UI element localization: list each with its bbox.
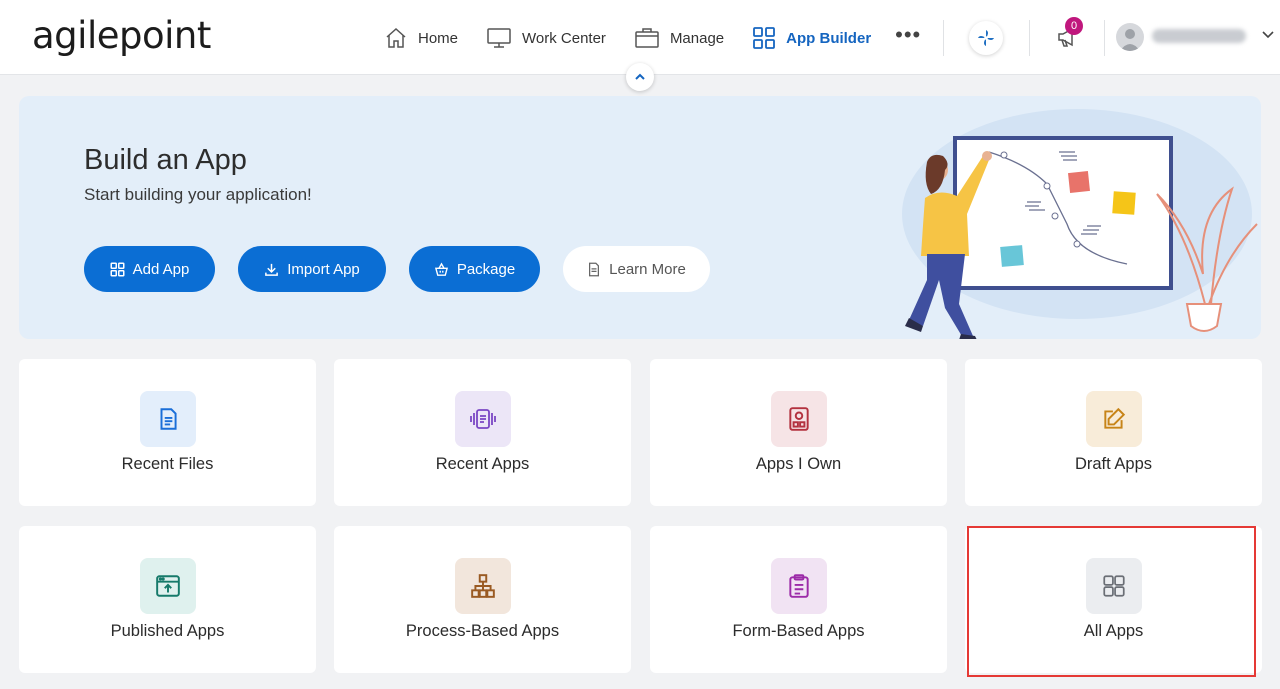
nav-divider <box>1104 20 1105 56</box>
main-nav: Home Work Center Manage App Builder ••• <box>384 22 921 54</box>
card-label: Form-Based Apps <box>732 622 865 640</box>
owner-badge-icon <box>770 391 827 447</box>
file-icon <box>139 391 196 447</box>
add-app-button[interactable]: Add App <box>84 246 215 292</box>
agilepoint-logo[interactable]: agilepoint <box>32 14 211 57</box>
card-label: Recent Files <box>121 455 214 473</box>
collapse-header-button[interactable] <box>626 63 654 91</box>
grid-icon <box>753 27 776 49</box>
pinwheel-icon <box>978 30 994 46</box>
grid-icon <box>110 262 125 276</box>
process-based-apps-card[interactable]: Process-Based Apps <box>334 526 631 673</box>
package-label: Package <box>456 260 516 278</box>
nav-divider <box>1029 20 1030 56</box>
notification-count-badge: 0 <box>1065 17 1083 35</box>
add-app-label: Add App <box>132 260 190 278</box>
more-menu-button[interactable]: ••• <box>895 22 921 48</box>
nav-item-label: Home <box>418 29 459 47</box>
card-label: Recent Apps <box>435 455 530 473</box>
clipboard-icon <box>770 558 827 614</box>
chevron-down-icon[interactable] <box>1261 28 1275 42</box>
published-apps-card[interactable]: Published Apps <box>19 526 316 673</box>
nav-item-label: Work Center <box>522 29 606 47</box>
document-icon <box>589 262 600 276</box>
banner-title: Build an App <box>84 144 247 176</box>
user-avatar-icon <box>1120 29 1140 51</box>
recent-apps-card[interactable]: Recent Apps <box>334 359 631 506</box>
whiteboard-illustration <box>902 109 1258 339</box>
package-button[interactable]: Package <box>409 246 540 292</box>
draft-apps-card[interactable]: Draft Apps <box>965 359 1262 506</box>
banner-subtitle: Start building your application! <box>84 185 312 204</box>
apps-i-own-card[interactable]: Apps I Own <box>650 359 947 506</box>
form-based-apps-card[interactable]: Form-Based Apps <box>650 526 947 673</box>
import-app-button[interactable]: Import App <box>238 246 386 292</box>
nav-item-work-center[interactable]: Work Center <box>486 26 606 50</box>
user-name-blurred[interactable] <box>1152 29 1246 43</box>
monitor-icon <box>487 28 511 48</box>
card-label: Draft Apps <box>1074 455 1153 473</box>
launcher-button[interactable] <box>969 21 1003 55</box>
home-icon <box>386 27 406 48</box>
learn-more-button[interactable]: Learn More <box>563 246 710 292</box>
publish-icon <box>139 558 196 614</box>
briefcase-icon <box>635 28 659 48</box>
nav-item-home[interactable]: Home <box>384 26 458 50</box>
card-label: Apps I Own <box>755 455 842 473</box>
basket-icon <box>434 261 448 276</box>
import-app-label: Import App <box>287 260 360 278</box>
learn-more-label: Learn More <box>609 260 686 278</box>
card-label: Process-Based Apps <box>405 622 560 640</box>
nav-item-label: Manage <box>669 29 725 47</box>
recent-files-card[interactable]: Recent Files <box>19 359 316 506</box>
chevron-up-icon <box>635 73 645 80</box>
avatar[interactable] <box>1116 23 1144 51</box>
card-label: Published Apps <box>110 622 225 640</box>
nav-item-manage[interactable]: Manage <box>634 26 724 50</box>
nav-item-label: App Builder <box>786 29 872 47</box>
app-frame-icon <box>454 391 511 447</box>
all-apps-highlight-box <box>967 526 1256 677</box>
nav-item-app-builder[interactable]: App Builder <box>752 26 871 50</box>
hierarchy-icon <box>454 558 511 614</box>
build-app-banner: Build an App Start building your applica… <box>19 96 1261 339</box>
edit-icon <box>1085 391 1142 447</box>
nav-divider <box>943 20 944 56</box>
download-icon <box>265 263 279 276</box>
